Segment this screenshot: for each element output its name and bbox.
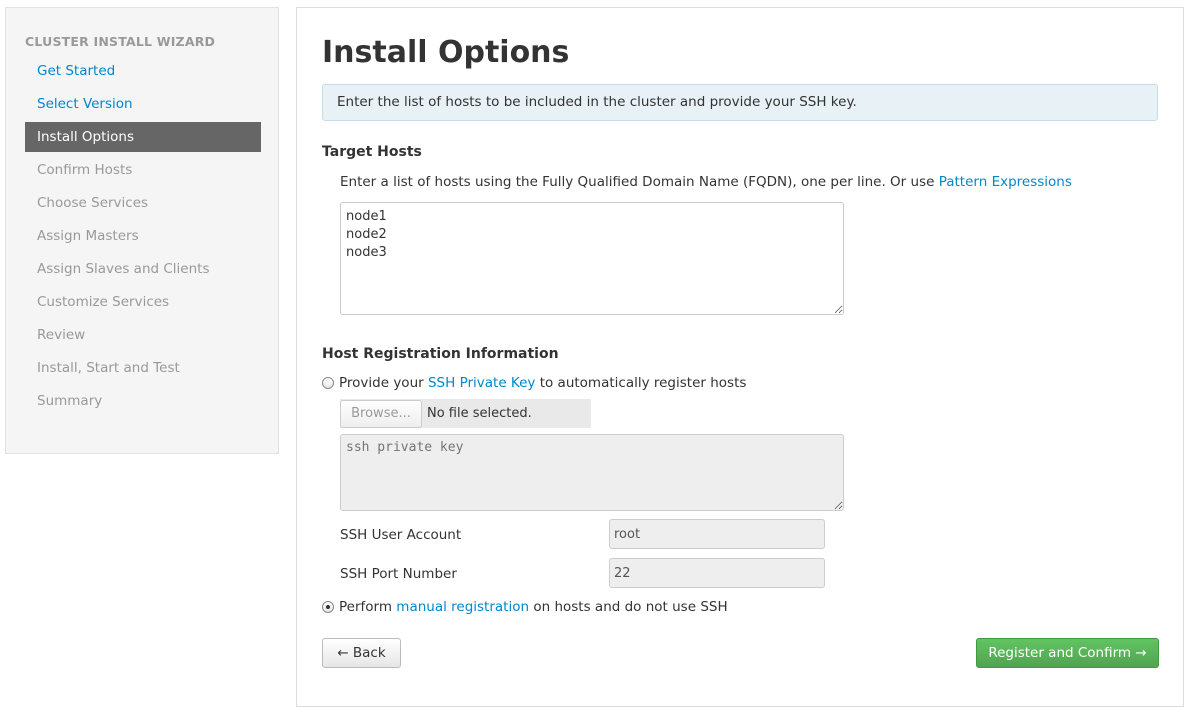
browse-button[interactable]: Browse... — [340, 399, 422, 428]
page-title: Install Options — [322, 35, 570, 70]
ssh-private-key-link[interactable]: SSH Private Key — [428, 375, 535, 391]
file-picker: Browse... No file selected. — [340, 399, 591, 428]
step-choose-services: Choose Services — [37, 195, 149, 211]
ssh-user-label: SSH User Account — [340, 527, 462, 543]
wizard-steps: Get Started Select Version Install Optio… — [25, 56, 261, 419]
manual-registration-link[interactable]: manual registration — [396, 599, 529, 615]
ssh-user-input[interactable] — [609, 519, 825, 549]
host-registration-title: Host Registration Information — [322, 346, 559, 362]
step-confirm-hosts: Confirm Hosts — [37, 162, 133, 178]
manual-option-prefix: Perform — [339, 599, 392, 615]
info-alert: Enter the list of hosts to be included i… — [322, 84, 1158, 121]
main-panel: Install Options Enter the list of hosts … — [296, 7, 1184, 707]
target-hosts-hint: Enter a list of hosts using the Fully Qu… — [340, 174, 1072, 190]
manual-option-suffix: on hosts and do not use SSH — [533, 599, 728, 615]
ssh-option-row: Provide your SSH Private Key to automati… — [322, 375, 746, 391]
ssh-option-prefix: Provide your — [339, 375, 424, 391]
sidebar-header: CLUSTER INSTALL WIZARD — [25, 34, 216, 49]
manual-option-row: Perform manual registration on hosts and… — [322, 599, 728, 615]
step-customize-services: Customize Services — [37, 294, 170, 310]
file-status: No file selected. — [427, 406, 532, 421]
target-hosts-textarea[interactable]: node1 node2 node3 — [340, 202, 844, 315]
hint-text: Enter a list of hosts using the Fully Qu… — [340, 174, 939, 190]
step-summary: Summary — [37, 393, 103, 409]
ssh-key-radio[interactable] — [322, 377, 334, 389]
step-assign-slaves-clients: Assign Slaves and Clients — [37, 261, 210, 277]
step-assign-masters: Assign Masters — [37, 228, 139, 244]
ssh-key-textarea[interactable] — [340, 434, 844, 511]
ssh-port-input[interactable] — [609, 558, 825, 588]
step-review: Review — [37, 327, 86, 343]
step-get-started[interactable]: Get Started — [25, 56, 261, 86]
target-hosts-title: Target Hosts — [322, 144, 422, 160]
step-install-start-test: Install, Start and Test — [37, 360, 180, 376]
step-select-version[interactable]: Select Version — [25, 89, 261, 119]
register-confirm-button[interactable]: Register and Confirm → — [976, 638, 1159, 668]
ssh-option-suffix: to automatically register hosts — [539, 375, 747, 391]
ssh-port-label: SSH Port Number — [340, 566, 457, 582]
back-button[interactable]: ← Back — [322, 638, 401, 668]
step-install-options: Install Options — [25, 122, 261, 152]
pattern-expressions-link[interactable]: Pattern Expressions — [939, 174, 1072, 190]
wizard-sidebar: CLUSTER INSTALL WIZARD Get Started Selec… — [5, 7, 279, 454]
manual-registration-radio[interactable] — [322, 601, 334, 613]
